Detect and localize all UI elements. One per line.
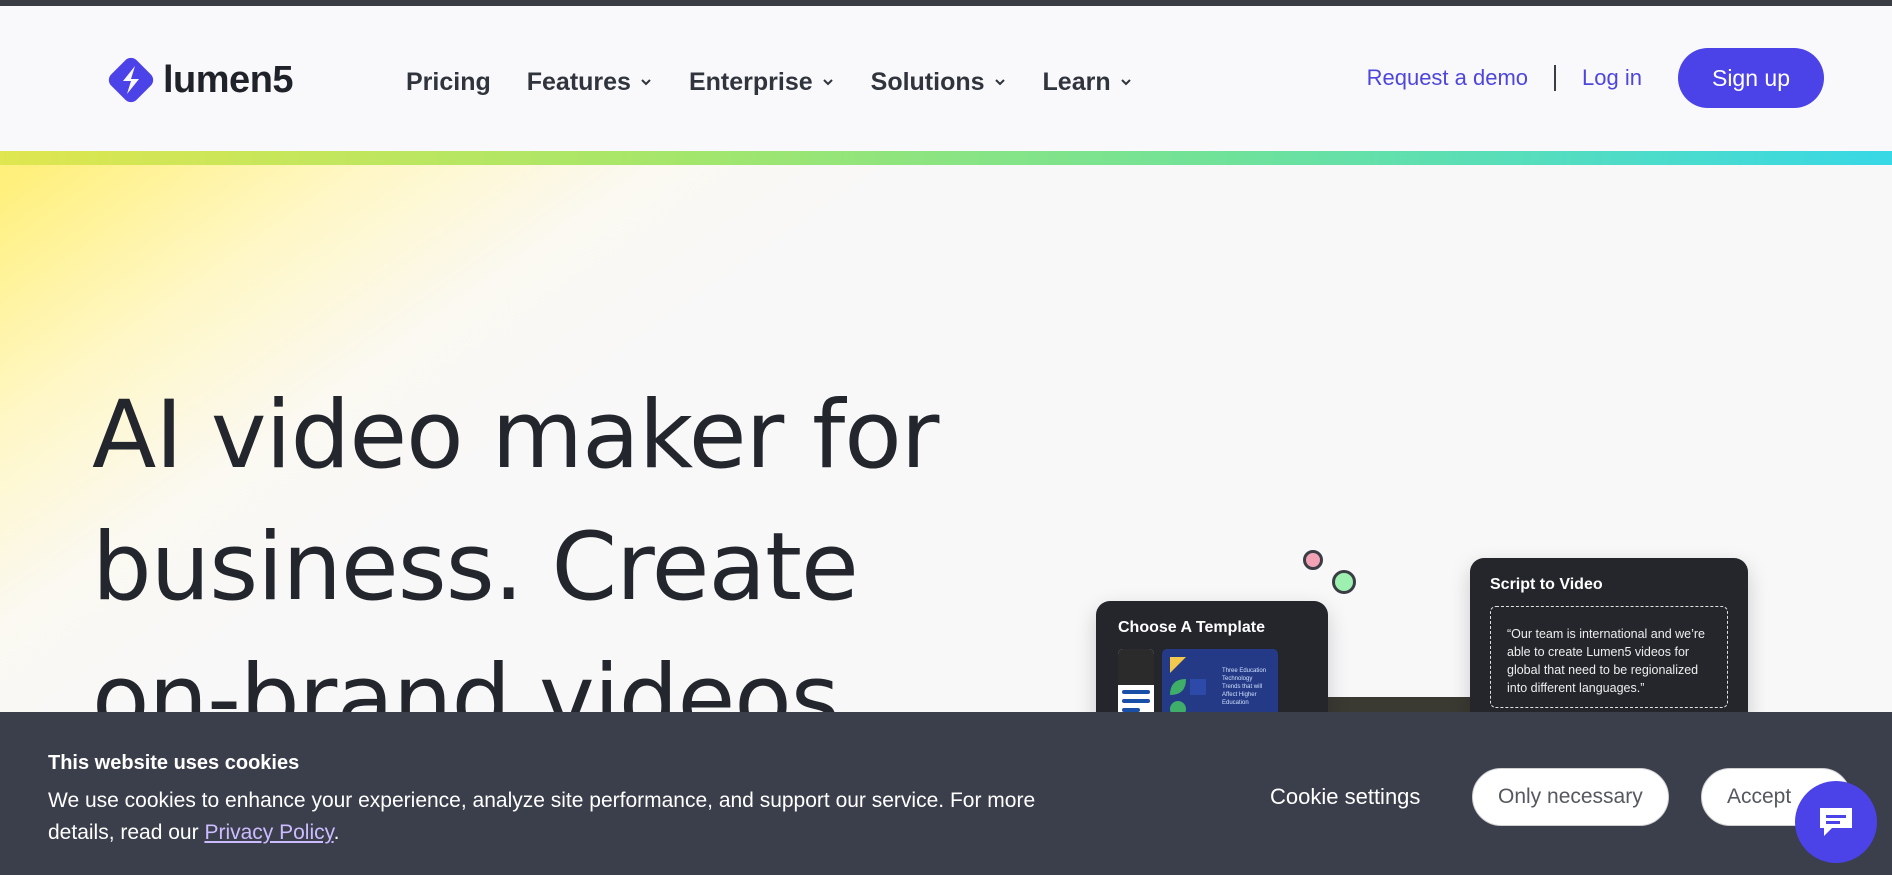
headline-line: on-brand videos xyxy=(92,645,840,712)
nav-label: Features xyxy=(526,67,631,96)
script-card: Script to Video “Our team is internation… xyxy=(1470,558,1748,712)
template-card-title: Choose A Template xyxy=(1118,619,1265,636)
site-header: lumen5 Pricing Features Enterprise Solut… xyxy=(0,6,1892,151)
cookie-settings-button[interactable]: Cookie settings xyxy=(1270,784,1420,810)
logo-text: lumen5 xyxy=(163,58,294,101)
chevron-down-icon xyxy=(1120,79,1131,86)
template-card: Choose A Template Three Education Techno… xyxy=(1096,601,1328,712)
leaf-shape xyxy=(1170,679,1186,695)
script-quote-box: “Our team is international and we’re abl… xyxy=(1490,606,1728,708)
nav-solutions[interactable]: Solutions xyxy=(871,68,1007,97)
login-link[interactable]: Log in xyxy=(1582,65,1642,91)
decorative-dot xyxy=(1332,570,1356,594)
privacy-policy-link[interactable]: Privacy Policy xyxy=(204,821,333,844)
hero-headline: AI video maker for business. Create on-b… xyxy=(92,370,1072,712)
script-quote: “Our team is international and we’re abl… xyxy=(1507,627,1706,695)
chevron-down-icon xyxy=(822,79,833,86)
nav-enterprise[interactable]: Enterprise xyxy=(689,68,835,97)
nav-label: Enterprise xyxy=(688,67,813,96)
decorative-dot xyxy=(1303,550,1323,570)
circle-shape xyxy=(1170,701,1186,712)
lumen5-logo-icon xyxy=(108,57,154,103)
cookie-banner: This website uses cookies We use cookies… xyxy=(0,712,1892,875)
chevron-down-icon xyxy=(994,79,1005,86)
logo[interactable]: lumen5 xyxy=(105,52,294,108)
request-demo-link[interactable]: Request a demo xyxy=(1367,65,1528,91)
nav-learn[interactable]: Learn xyxy=(1043,68,1133,97)
cookie-text: We use cookies to enhance your experienc… xyxy=(48,785,1078,849)
cookie-body-end: . xyxy=(333,821,340,844)
headline-line: business. Create xyxy=(92,513,859,622)
chevron-down-icon xyxy=(641,79,651,86)
triangle-shape xyxy=(1170,657,1186,673)
cookie-body-text: We use cookies to enhance your experienc… xyxy=(48,789,1036,844)
hero-section: AI video maker for business. Create on-b… xyxy=(0,165,1892,712)
signup-button[interactable]: Sign up xyxy=(1677,48,1824,108)
nav-divider xyxy=(1554,65,1557,91)
cookie-title: This website uses cookies xyxy=(48,752,300,774)
nav-pricing[interactable]: Pricing xyxy=(406,68,491,97)
nav-features[interactable]: Features xyxy=(527,68,653,97)
chat-icon xyxy=(1820,808,1852,836)
gradient-strip xyxy=(0,151,1892,165)
script-card-title: Script to Video xyxy=(1490,576,1603,593)
chat-button[interactable] xyxy=(1795,781,1877,863)
nav-label: Solutions xyxy=(870,67,985,96)
template-thumbnail[interactable] xyxy=(1118,649,1154,712)
account-nav: Request a demo Log in Sign up xyxy=(1367,48,1824,108)
only-necessary-button[interactable]: Only necessary xyxy=(1472,768,1669,826)
headline-line: AI video maker for xyxy=(92,381,939,490)
nav-label: Learn xyxy=(1042,67,1111,96)
nav-label: Pricing xyxy=(406,67,491,96)
template-thumb-text: Three Education Technology Trends that w… xyxy=(1222,668,1267,706)
template-thumbnail[interactable]: Three Education Technology Trends that w… xyxy=(1162,649,1278,712)
main-nav: Pricing Features Enterprise Solutions Le… xyxy=(406,58,1169,106)
square-shape xyxy=(1190,679,1206,695)
